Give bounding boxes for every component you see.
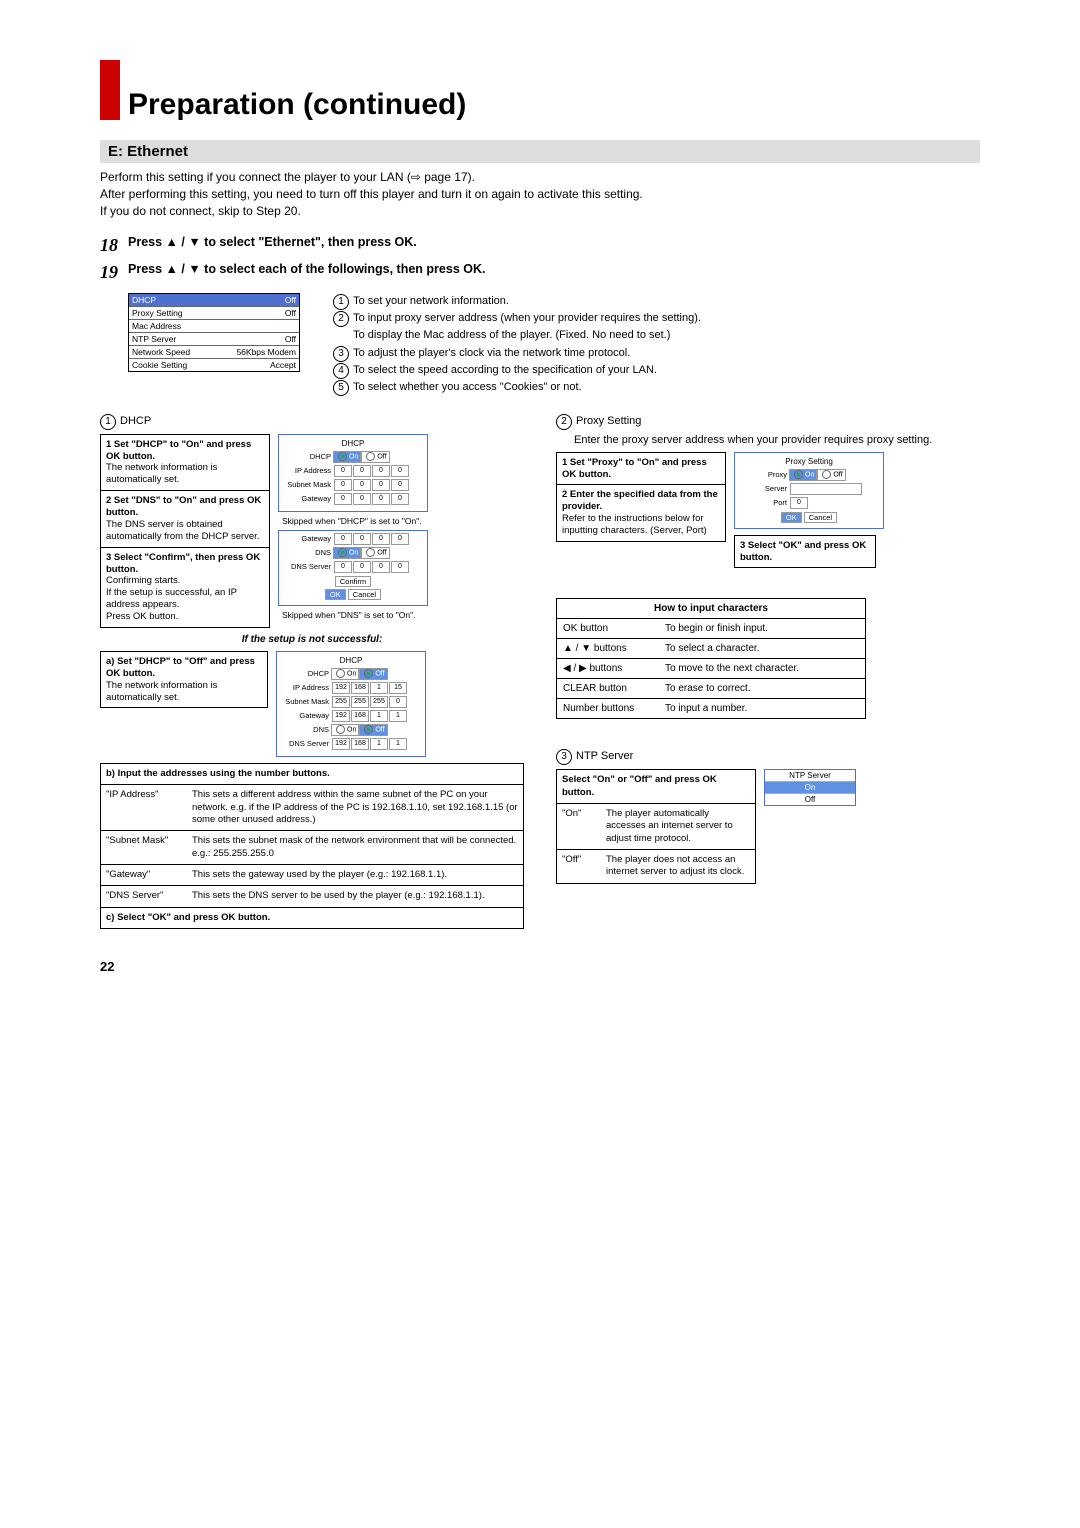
step-number: 18 (100, 235, 128, 256)
fail-note: If the setup is not successful: (100, 634, 524, 645)
proxy-intro: Enter the proxy server address when your… (574, 434, 980, 446)
menu-descriptions: 1To set your network information. 2To in… (333, 293, 701, 395)
section-heading: E: Ethernet (100, 140, 980, 163)
step-18: 18 Press ▲ / ▼ to select "Ethernet", the… (100, 235, 980, 256)
ntp-steps: Select "On" or "Off" and press OK button… (556, 769, 756, 883)
dhcp-label: DHCP (120, 415, 151, 427)
address-definitions-table: b) Input the addresses using the number … (100, 763, 524, 929)
proxy-steps: 1 Set "Proxy" to "On" and press OK butto… (556, 452, 726, 542)
proxy-osd: Proxy Setting Proxy On Off Server Port0 … (734, 452, 884, 529)
ethernet-menu-osd: DHCPOff Proxy SettingOff Mac Address NTP… (128, 293, 300, 372)
dhcp-on-steps: 1 Set "DHCP" to "On" and press OK button… (100, 434, 270, 628)
page-number: 22 (100, 959, 980, 974)
dhcp-off-osd: DHCP DHCP On Off IP Address192168115 Sub… (276, 651, 426, 757)
step-text: Press ▲ / ▼ to select each of the follow… (128, 262, 485, 276)
step-number: 19 (100, 262, 128, 283)
page-title: Preparation (continued) (128, 90, 466, 120)
dhcp-osd-2: Gateway0000 DNS On Off DNS Server0000 Co… (278, 530, 428, 606)
dhcp-section: 1DHCP 1 Set "DHCP" to "On" and press OK … (100, 414, 524, 929)
step-19: 19 Press ▲ / ▼ to select each of the fol… (100, 262, 980, 283)
dhcp-on-osd-group: DHCP DHCP On Off IP Address0000 Subnet M… (278, 434, 428, 624)
ntp-label: NTP Server (576, 750, 633, 762)
step-text: Press ▲ / ▼ to select "Ethernet", then p… (128, 235, 417, 249)
right-column: 2Proxy Setting Enter the proxy server ad… (556, 414, 980, 929)
input-characters-table: How to input characters OK buttonTo begi… (556, 598, 866, 719)
red-accent-block (100, 60, 120, 120)
proxy-step-3: 3 Select "OK" and press OK button. (734, 535, 876, 569)
intro-text: Perform this setting if you connect the … (100, 169, 980, 219)
ntp-osd: NTP Server On Off (764, 769, 856, 806)
dhcp-osd-1: DHCP DHCP On Off IP Address0000 Subnet M… (278, 434, 428, 512)
dhcp-off-step-a: a) Set "DHCP" to "Off" and press OK butt… (100, 651, 268, 709)
proxy-label: Proxy Setting (576, 415, 641, 427)
